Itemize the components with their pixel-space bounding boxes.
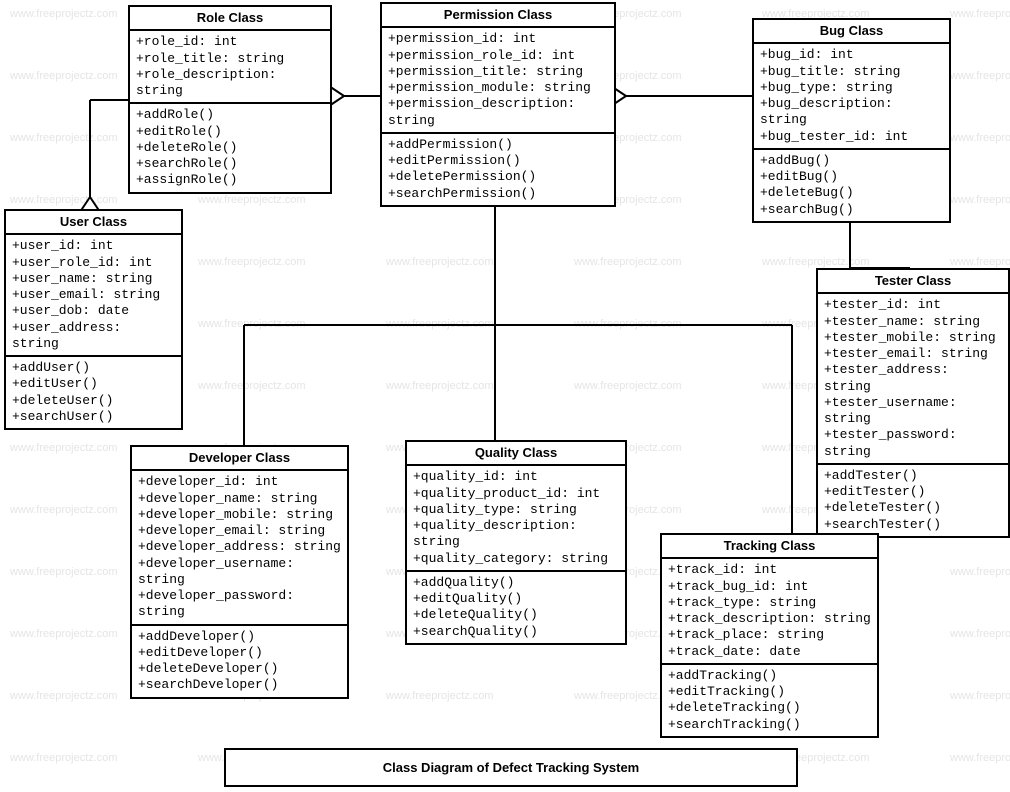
class-user: User Class +user_id: int+user_role_id: i… (4, 209, 183, 430)
class-bug: Bug Class +bug_id: int+bug_title: string… (752, 18, 951, 223)
class-methods: +addQuality()+editQuality()+deleteQualit… (407, 570, 625, 643)
class-name: Tester Class (818, 270, 1008, 294)
class-quality: Quality Class +quality_id: int+quality_p… (405, 440, 627, 645)
class-name: Developer Class (132, 447, 347, 471)
class-name: Bug Class (754, 20, 949, 44)
class-tracking: Tracking Class +track_id: int+track_bug_… (660, 533, 879, 738)
class-attributes: +user_id: int+user_role_id: int+user_nam… (6, 235, 181, 355)
class-methods: +addTester()+editTester()+deleteTester()… (818, 463, 1008, 536)
class-methods: +addUser()+editUser()+deleteUser()+searc… (6, 355, 181, 428)
class-name: Role Class (130, 7, 330, 31)
class-attributes: +track_id: int+track_bug_id: int+track_t… (662, 559, 877, 663)
class-name: Permission Class (382, 4, 614, 28)
class-methods: +addDeveloper()+editDeveloper()+deleteDe… (132, 624, 347, 697)
class-attributes: +developer_id: int+developer_name: strin… (132, 471, 347, 623)
class-tester: Tester Class +tester_id: int+tester_name… (816, 268, 1010, 538)
diagram-caption: Class Diagram of Defect Tracking System (224, 748, 798, 787)
class-attributes: +bug_id: int+bug_title: string+bug_type:… (754, 44, 949, 148)
class-methods: +addTracking()+editTracking()+deleteTrac… (662, 663, 877, 736)
class-name: Quality Class (407, 442, 625, 466)
class-role: Role Class +role_id: int+role_title: str… (128, 5, 332, 194)
class-methods: +addRole()+editRole()+deleteRole()+searc… (130, 102, 330, 191)
class-developer: Developer Class +developer_id: int+devel… (130, 445, 349, 699)
class-attributes: +tester_id: int+tester_name: string+test… (818, 294, 1008, 463)
class-attributes: +permission_id: int+permission_role_id: … (382, 28, 614, 132)
class-attributes: +role_id: int+role_title: string+role_de… (130, 31, 330, 102)
class-attributes: +quality_id: int+quality_product_id: int… (407, 466, 625, 570)
class-name: User Class (6, 211, 181, 235)
class-methods: +addPermission()+editPermission()+delete… (382, 132, 614, 205)
class-name: Tracking Class (662, 535, 877, 559)
class-permission: Permission Class +permission_id: int+per… (380, 2, 616, 207)
class-methods: +addBug()+editBug()+deleteBug()+searchBu… (754, 148, 949, 221)
